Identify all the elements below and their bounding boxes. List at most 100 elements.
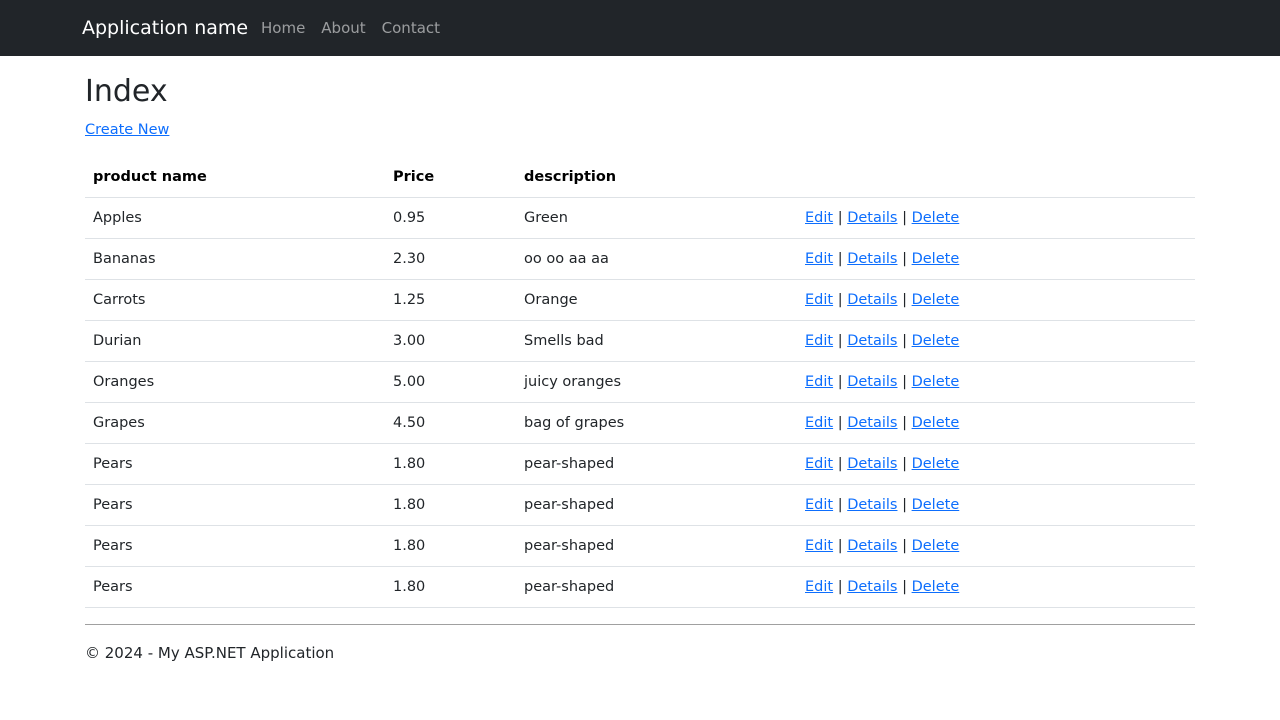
edit-link[interactable]: Edit [805,292,833,308]
description-cell: Orange [516,279,797,321]
description-cell: pear-shaped [516,566,797,608]
price-cell: 5.00 [385,361,516,403]
nav-link-contact[interactable]: Contact [374,18,448,38]
description-cell: pear-shaped [516,443,797,485]
table-row: Apples 0.95 Green Edit | Details | Delete [85,197,1195,239]
price-cell: 1.80 [385,566,516,608]
product-name-cell: Grapes [85,402,385,444]
details-link[interactable]: Details [847,333,897,349]
description-cell: Green [516,197,797,239]
column-header-product-name: product name [85,157,385,198]
action-separator: | [837,210,843,226]
edit-link[interactable]: Edit [805,415,833,431]
edit-link[interactable]: Edit [805,456,833,472]
actions-cell: Edit | Details | Delete [797,361,1195,403]
actions-cell: Edit | Details | Delete [797,197,1195,239]
details-link[interactable]: Details [847,292,897,308]
create-new-link[interactable]: Create New [85,120,169,140]
price-cell: 1.80 [385,443,516,485]
action-separator: | [837,538,843,554]
edit-link[interactable]: Edit [805,251,833,267]
edit-link[interactable]: Edit [805,333,833,349]
delete-link[interactable]: Delete [912,579,960,595]
actions-cell: Edit | Details | Delete [797,566,1195,608]
delete-link[interactable]: Delete [912,538,960,554]
actions-cell: Edit | Details | Delete [797,279,1195,321]
product-name-cell: Pears [85,525,385,567]
description-cell: bag of grapes [516,402,797,444]
action-separator: | [902,456,907,472]
edit-link[interactable]: Edit [805,374,833,390]
nav-link-home[interactable]: Home [253,18,313,38]
top-navbar: Application name Home About Contact [0,0,1280,56]
product-name-cell: Oranges [85,361,385,403]
edit-link[interactable]: Edit [805,538,833,554]
action-separator: | [902,251,907,267]
product-name-cell: Pears [85,566,385,608]
product-name-cell: Pears [85,484,385,526]
table-body: Apples 0.95 Green Edit | Details | Delete Ba… [85,197,1195,608]
delete-link[interactable]: Delete [912,292,960,308]
details-link[interactable]: Details [847,579,897,595]
table-row: Pears 1.80 pear-shaped Edit | Details | Del… [85,443,1195,485]
edit-link[interactable]: Edit [805,579,833,595]
table-row: Pears 1.80 pear-shaped Edit | Details | Del… [85,525,1195,567]
action-separator: | [902,497,907,513]
action-separator: | [902,538,907,554]
product-name-cell: Durian [85,320,385,362]
delete-link[interactable]: Delete [912,251,960,267]
action-separator: | [902,579,907,595]
edit-link[interactable]: Edit [805,210,833,226]
table-row: Oranges 5.00 juicy oranges Edit | Details |… [85,361,1195,403]
delete-link[interactable]: Delete [912,374,960,390]
details-link[interactable]: Details [847,415,897,431]
table-header: product name Price description [85,157,1195,198]
action-separator: | [902,292,907,308]
details-link[interactable]: Details [847,538,897,554]
column-header-description: description [516,157,797,198]
footer-divider [85,624,1195,625]
product-name-cell: Bananas [85,238,385,280]
delete-link[interactable]: Delete [912,456,960,472]
edit-link[interactable]: Edit [805,497,833,513]
table-header-row: product name Price description [85,157,1195,198]
product-name-cell: Carrots [85,279,385,321]
nav-item-contact: Contact [374,18,448,38]
column-header-price: Price [385,157,516,198]
brand-link[interactable]: Application name [82,16,248,40]
delete-link[interactable]: Delete [912,415,960,431]
action-separator: | [902,374,907,390]
action-separator: | [902,333,907,349]
details-link[interactable]: Details [847,210,897,226]
details-link[interactable]: Details [847,456,897,472]
description-cell: Smells bad [516,320,797,362]
action-separator: | [837,579,843,595]
table-row: Bananas 2.30 oo oo aa aa Edit | Details | D… [85,238,1195,280]
actions-cell: Edit | Details | Delete [797,484,1195,526]
actions-cell: Edit | Details | Delete [797,402,1195,444]
table-row: Grapes 4.50 bag of grapes Edit | Details | … [85,402,1195,444]
action-separator: | [902,415,907,431]
table-row: Carrots 1.25 Orange Edit | Details | Delete [85,279,1195,321]
details-link[interactable]: Details [847,374,897,390]
details-link[interactable]: Details [847,251,897,267]
table-row: Durian 3.00 Smells bad Edit | Details | Del… [85,320,1195,362]
action-separator: | [837,251,843,267]
delete-link[interactable]: Delete [912,497,960,513]
delete-link[interactable]: Delete [912,333,960,349]
table-row: Pears 1.80 pear-shaped Edit | Details | Del… [85,484,1195,526]
price-cell: 1.25 [385,279,516,321]
action-separator: | [837,374,843,390]
action-separator: | [837,292,843,308]
product-name-cell: Apples [85,197,385,239]
delete-link[interactable]: Delete [912,210,960,226]
details-link[interactable]: Details [847,497,897,513]
actions-cell: Edit | Details | Delete [797,320,1195,362]
nav-link-about[interactable]: About [313,18,373,38]
price-cell: 1.80 [385,484,516,526]
action-separator: | [902,210,907,226]
nav-item-home: Home [253,18,313,38]
price-cell: 4.50 [385,402,516,444]
action-separator: | [837,456,843,472]
action-separator: | [837,497,843,513]
